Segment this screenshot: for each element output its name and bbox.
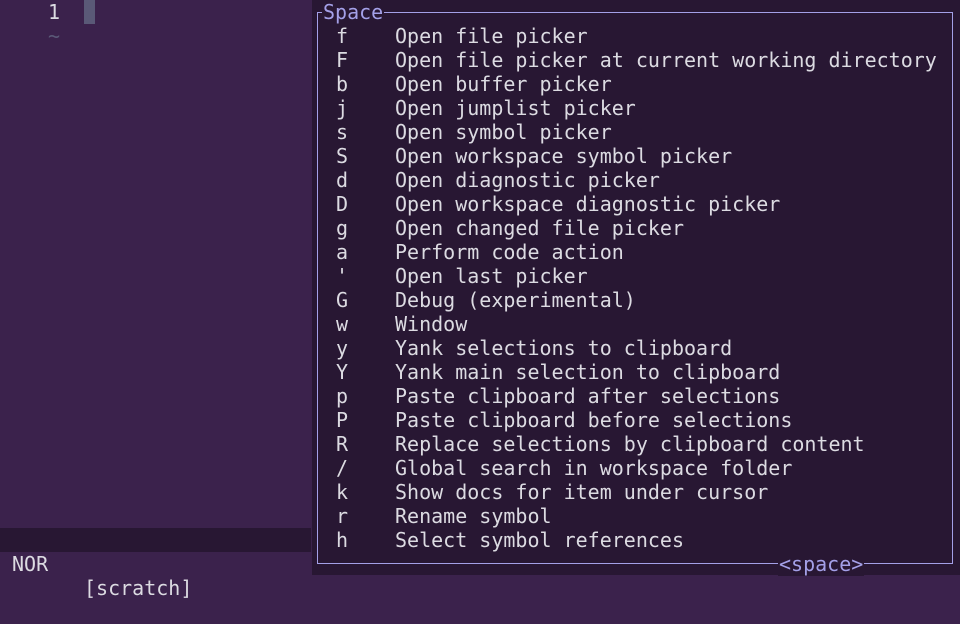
menu-item[interactable]: s Open symbol picker [336, 120, 946, 144]
menu-item[interactable]: p Paste clipboard after selections [336, 384, 946, 408]
menu-item-key: ' [336, 264, 349, 288]
menu-item-label: Open changed file picker [395, 216, 684, 240]
menu-item-key: F [336, 48, 349, 72]
menu-item-key: / [336, 456, 349, 480]
menu-item-label: Open last picker [395, 264, 588, 288]
menu-item-label: Paste clipboard after selections [395, 384, 781, 408]
menu-item-label: Debug (experimental) [395, 288, 636, 312]
menu-item-label: Open buffer picker [395, 72, 612, 96]
menu-item-label: Rename symbol [395, 504, 552, 528]
menu-item-label: Open jumplist picker [395, 96, 636, 120]
menu-item-key: j [336, 96, 349, 120]
menu-item-key: b [336, 72, 349, 96]
popup-title: Space [322, 0, 385, 24]
menu-item-label: Open workspace symbol picker [395, 144, 733, 168]
menu-item[interactable]: P Paste clipboard before selections [336, 408, 946, 432]
menu-item-label: Global search in workspace folder [395, 456, 793, 480]
menu-item[interactable]: / Global search in workspace folder [336, 456, 946, 480]
menu-item[interactable]: F Open file picker at current working dir… [336, 48, 946, 72]
menu-item[interactable]: S Open workspace symbol picker [336, 144, 946, 168]
space-menu-popup: Space f Open file picker F Open file picke… [312, 0, 960, 576]
menu-item-key: s [336, 120, 349, 144]
menu-item-key: R [336, 432, 349, 456]
menu-item-key: Y [336, 360, 349, 384]
menu-item-key: h [336, 528, 349, 552]
menu-item-label: Select symbol references [395, 528, 684, 552]
menu-item-label: Yank main selection to clipboard [395, 360, 781, 384]
editor-pane[interactable]: 1 ~ NOR [scratch] [0, 0, 311, 600]
mode-indicator: NOR [12, 552, 49, 576]
buffer-name: [scratch] [84, 576, 193, 600]
menu-item[interactable]: g Open changed file picker [336, 216, 946, 240]
menu-item[interactable]: d Open diagnostic picker [336, 168, 946, 192]
menu-item-label: Yank selections to clipboard [395, 336, 733, 360]
menu-item-label: Perform code action [395, 240, 624, 264]
menu-item[interactable]: j Open jumplist picker [336, 96, 946, 120]
menu-item[interactable]: f Open file picker [336, 24, 946, 48]
menu-item[interactable]: w Window [336, 312, 946, 336]
menu-list: f Open file picker F Open file picker at c… [336, 24, 946, 552]
statusline: NOR [scratch] [0, 528, 311, 600]
popup-footer: <space> [778, 552, 865, 576]
menu-item-key: p [336, 384, 349, 408]
menu-item[interactable]: G Debug (experimental) [336, 288, 946, 312]
menu-item-key: G [336, 288, 349, 312]
menu-item-label: Open file picker at current working dire… [395, 48, 937, 72]
menu-item-label: Open file picker [395, 24, 588, 48]
menu-item[interactable]: h Select symbol references [336, 528, 946, 552]
menu-item[interactable]: D Open workspace diagnostic picker [336, 192, 946, 216]
menu-item-key: D [336, 192, 349, 216]
text-cursor [84, 0, 95, 24]
menu-item[interactable]: r Rename symbol [336, 504, 946, 528]
menu-item-key: k [336, 480, 349, 504]
menu-item-key: a [336, 240, 349, 264]
menu-item-label: Open workspace diagnostic picker [395, 192, 781, 216]
menu-item[interactable]: ' Open last picker [336, 264, 946, 288]
line-number: 1 [48, 0, 61, 24]
menu-item[interactable]: k Show docs for item under cursor [336, 480, 946, 504]
menu-item-key: d [336, 168, 349, 192]
menu-item-key: g [336, 216, 349, 240]
menu-item-label: Open symbol picker [395, 120, 612, 144]
menu-item-key: f [336, 24, 349, 48]
menu-item-key: w [336, 312, 349, 336]
menu-item-label: Open diagnostic picker [395, 168, 660, 192]
menu-item[interactable]: y Yank selections to clipboard [336, 336, 946, 360]
menu-item-key: P [336, 408, 349, 432]
menu-item-label: Paste clipboard before selections [395, 408, 793, 432]
menu-item-key: S [336, 144, 349, 168]
menu-item[interactable]: b Open buffer picker [336, 72, 946, 96]
menu-item[interactable]: R Replace selections by clipboard content [336, 432, 946, 456]
menu-item[interactable]: Y Yank main selection to clipboard [336, 360, 946, 384]
empty-line-marker: ~ [48, 24, 61, 48]
menu-item-key: r [336, 504, 349, 528]
menu-item[interactable]: a Perform code action [336, 240, 946, 264]
menu-item-label: Replace selections by clipboard content [395, 432, 865, 456]
menu-item-label: Window [395, 312, 468, 336]
menu-item-label: Show docs for item under cursor [395, 480, 769, 504]
menu-item-key: y [336, 336, 349, 360]
